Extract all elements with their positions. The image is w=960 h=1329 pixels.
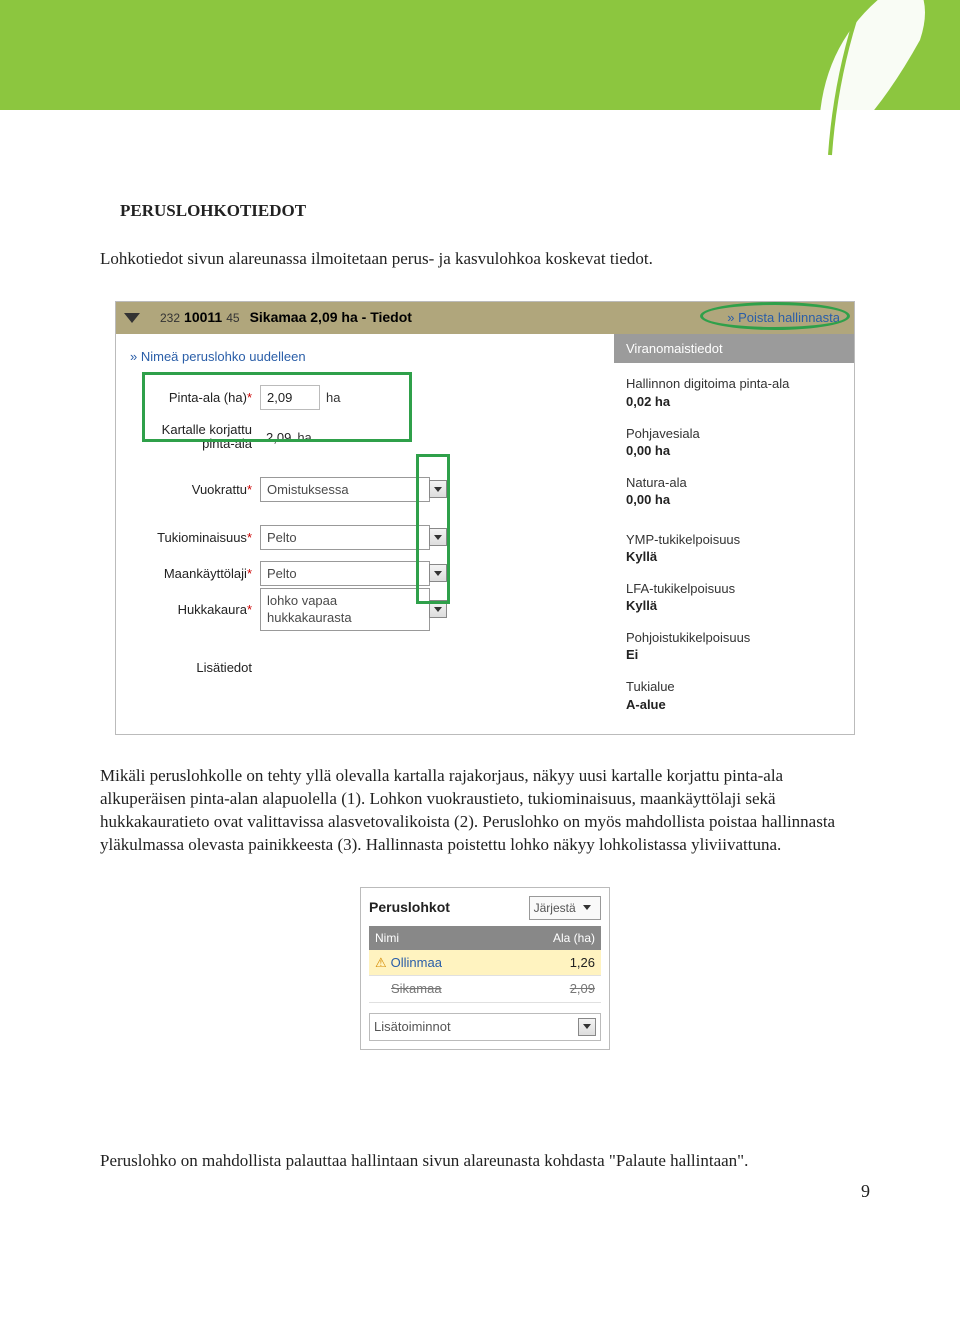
vuokrattu-select[interactable]: Omistuksessa [260,477,430,503]
highlight-box-2 [416,454,450,604]
panel-header: 232 10011 45 Sikamaa 2,09 ha - Tiedot » … [116,302,854,334]
list-item[interactable]: ⚠Ollinmaa 1,26 [369,950,601,977]
collapse-icon[interactable] [124,313,140,323]
authority-info-title: Viranomaistiedot [614,334,854,364]
row-hukkakaura: Hukkakaura* lohko vapaa hukkakaurasta [130,595,600,623]
code-prefix: 232 [160,310,180,326]
paragraph-restore: Peruslohko on mahdollista palauttaa hall… [100,1150,870,1173]
list-item[interactable]: Sikamaa 2,09 [369,976,601,1003]
parcel-list-screenshot: Peruslohkot Järjestä Nimi Ala (ha) ⚠Olli… [360,887,610,1050]
row-vuokrattu: Vuokrattu* Omistuksessa [130,475,600,503]
row-maankayttolaji: Maankäyttölaji* Pelto [130,559,600,587]
warning-icon: ⚠ [375,955,387,970]
paragraph-intro: Lohkotiedot sivun alareunassa ilmoitetaa… [100,248,870,271]
sort-select[interactable]: Järjestä [529,896,601,920]
page-number: 9 [861,1179,870,1203]
paragraph-explanation: Mikäli peruslohkolle on tehty yllä oleva… [100,765,870,857]
row-lisatiedot: Lisätiedot [130,653,600,681]
parcel-list-title: Peruslohkot [369,898,450,917]
maankayttolaji-select[interactable]: Pelto [260,561,430,587]
parcel-title: Sikamaa 2,09 ha - Tiedot [250,308,412,327]
authority-info-panel: Viranomaistiedot Hallinnon digitoima pin… [614,334,854,734]
document-page: PERUSLOHKOTIEDOT Lohkotiedot sivun alare… [0,0,960,1223]
section-heading: PERUSLOHKOTIEDOT [120,200,870,223]
list-column-headers: Nimi Ala (ha) [369,926,601,950]
form-screenshot: 232 10011 45 Sikamaa 2,09 ha - Tiedot » … [115,301,855,735]
highlight-oval [700,302,850,330]
rename-link[interactable]: » Nimeä peruslohko uudelleen [130,348,600,366]
hukkakaura-select[interactable]: lohko vapaa hukkakaurasta [260,588,430,631]
tukiominaisuus-select[interactable]: Pelto [260,525,430,551]
code-main: 10011 [184,308,222,327]
highlight-box-1 [142,372,412,442]
code-suffix: 45 [226,310,239,326]
list-actions-select[interactable]: Lisätoiminnot [369,1013,601,1041]
row-tukiominaisuus: Tukiominaisuus* Pelto [130,523,600,551]
